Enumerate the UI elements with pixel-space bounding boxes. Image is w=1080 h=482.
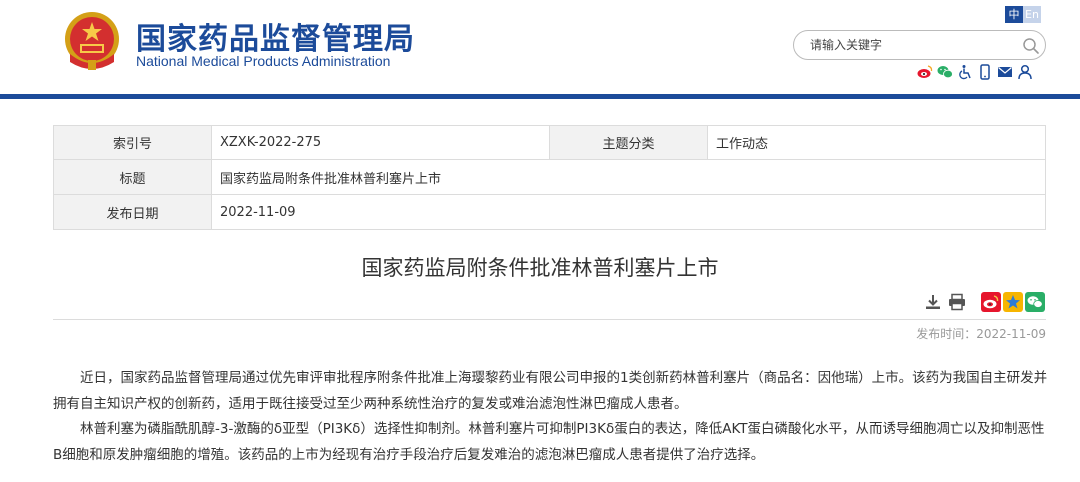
language-switch: 中 En xyxy=(1005,6,1041,23)
article-tools xyxy=(923,292,1045,312)
table-row: 索引号 XZXK-2022-275 主题分类 工作动态 xyxy=(53,125,1046,160)
search-input[interactable] xyxy=(810,36,1010,54)
lang-chinese-button[interactable]: 中 xyxy=(1005,6,1023,23)
publish-time: 发布时间：2022-11-09 xyxy=(916,327,1046,341)
mail-icon[interactable] xyxy=(997,64,1013,80)
article-body: 近日，国家药品监督管理局通过优先审评审批程序附条件批准上海璎黎药业有限公司申报的… xyxy=(53,366,1053,468)
share-weibo-icon[interactable] xyxy=(981,292,1001,312)
article-title: 国家药监局附条件批准林普利塞片上市 xyxy=(361,256,719,280)
search-icon[interactable] xyxy=(1022,37,1040,55)
share-qzone-icon[interactable] xyxy=(1003,292,1023,312)
lang-english-button[interactable]: En xyxy=(1023,6,1041,23)
index-label: 索引号 xyxy=(53,125,212,160)
title-value: 国家药监局附条件批准林普利塞片上市 xyxy=(211,159,1046,195)
date-label: 发布日期 xyxy=(53,194,212,230)
topic-value: 工作动态 xyxy=(707,125,1046,160)
national-emblem-icon[interactable] xyxy=(62,10,122,72)
print-icon[interactable] xyxy=(947,292,967,312)
site-header: 国家药品监督管理局 National Medical Products Admi… xyxy=(0,0,1080,99)
header-divider xyxy=(0,94,1080,99)
accessibility-icon[interactable] xyxy=(957,64,973,80)
search-box xyxy=(793,30,1046,60)
date-value: 2022-11-09 xyxy=(211,194,1046,230)
topic-label: 主题分类 xyxy=(549,125,708,160)
table-row: 标题 国家药监局附条件批准林普利塞片上市 xyxy=(53,159,1046,195)
index-value: XZXK-2022-275 xyxy=(211,125,550,160)
article-info-table: 索引号 XZXK-2022-275 主题分类 工作动态 标题 国家药监局附条件批… xyxy=(53,125,1046,230)
site-title[interactable]: 国家药品监督管理局 xyxy=(136,14,415,58)
table-row: 发布日期 2022-11-09 xyxy=(53,194,1046,230)
article-paragraph: 近日，国家药品监督管理局通过优先审评审批程序附条件批准上海璎黎药业有限公司申报的… xyxy=(53,370,1048,412)
mobile-icon[interactable] xyxy=(977,64,993,80)
download-icon[interactable] xyxy=(923,292,943,312)
title-label: 标题 xyxy=(53,159,212,195)
wechat-icon[interactable] xyxy=(937,64,953,80)
article-divider xyxy=(53,319,1046,320)
share-wechat-icon[interactable] xyxy=(1025,292,1045,312)
article-paragraph: 林普利塞为磷脂酰肌醇-3-激酶的δ亚型（PI3Kδ）选择性抑制剂。林普利塞片可抑… xyxy=(53,421,1045,463)
social-links xyxy=(917,64,1033,80)
weibo-icon[interactable] xyxy=(917,64,933,80)
user-icon[interactable] xyxy=(1017,64,1033,80)
site-subtitle-english[interactable]: National Medical Products Administration xyxy=(136,53,390,69)
